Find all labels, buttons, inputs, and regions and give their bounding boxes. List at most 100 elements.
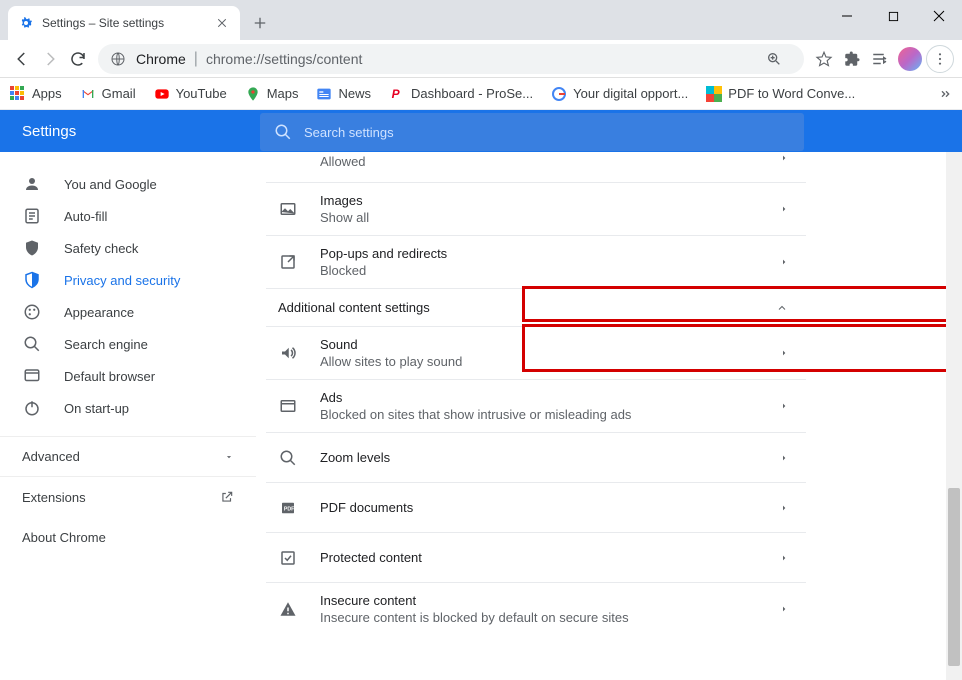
google-icon	[551, 86, 567, 102]
bookmark-youtube[interactable]: YouTube	[154, 86, 227, 102]
tab-title: Settings – Site settings	[42, 16, 214, 30]
sound-icon	[278, 343, 298, 363]
setting-row-protected[interactable]: Protected content	[266, 533, 806, 583]
menu-button[interactable]	[926, 45, 954, 73]
setting-row-prev[interactable]: Allowed	[266, 152, 806, 183]
reading-list-icon[interactable]	[866, 45, 894, 73]
protected-icon	[278, 548, 298, 568]
svg-text:P: P	[392, 87, 401, 101]
maximize-button[interactable]	[870, 0, 916, 32]
reload-button[interactable]	[64, 45, 92, 73]
chevron-right-icon	[780, 502, 788, 514]
window-titlebar: Settings – Site settings	[0, 0, 962, 40]
minimize-button[interactable]	[824, 0, 870, 32]
sidebar-item-safety[interactable]: Safety check	[0, 232, 256, 264]
chevron-right-icon	[780, 347, 788, 359]
setting-row-popups[interactable]: Pop-ups and redirectsBlocked	[266, 236, 806, 289]
browser-tab[interactable]: Settings – Site settings	[8, 6, 240, 40]
sidebar-extensions[interactable]: Extensions	[0, 477, 256, 517]
sidebar-item-appearance[interactable]: Appearance	[0, 296, 256, 328]
sidebar-item-startup[interactable]: On start-up	[0, 392, 256, 424]
extensions-icon[interactable]	[838, 45, 866, 73]
chevron-right-icon	[780, 256, 788, 268]
popup-icon	[278, 252, 298, 272]
svg-text:PDF: PDF	[284, 506, 295, 512]
new-tab-button[interactable]	[246, 9, 274, 37]
close-window-button[interactable]	[916, 0, 962, 32]
apps-shortcut[interactable]: Apps	[10, 86, 62, 102]
back-button[interactable]	[8, 45, 36, 73]
sidebar-advanced[interactable]: Advanced	[0, 436, 256, 476]
browser-icon	[22, 366, 42, 386]
sidebar-item-privacy[interactable]: Privacy and security	[0, 264, 256, 296]
bookmark-star-icon[interactable]	[810, 45, 838, 73]
news-icon	[316, 86, 332, 102]
setting-row-zoom[interactable]: Zoom levels	[266, 433, 806, 483]
image-icon	[278, 199, 298, 219]
forward-button[interactable]	[36, 45, 64, 73]
chevron-right-icon	[780, 400, 788, 412]
sidebar-item-default-browser[interactable]: Default browser	[0, 360, 256, 392]
bookmarks-bar: Apps Gmail YouTube Maps News PDashboard …	[0, 78, 962, 110]
setting-row-ads[interactable]: AdsBlocked on sites that show intrusive …	[266, 380, 806, 433]
shield-check-icon	[22, 238, 42, 258]
person-icon	[22, 174, 42, 194]
omnibox-label: Chrome	[136, 51, 186, 67]
section-additional-content[interactable]: Additional content settings	[266, 289, 806, 327]
setting-row-sound[interactable]: SoundAllow sites to play sound	[266, 327, 806, 380]
bookmarks-overflow[interactable]	[936, 86, 952, 102]
chevron-down-icon	[224, 452, 234, 462]
pinterest-icon: P	[389, 86, 405, 102]
youtube-icon	[154, 86, 170, 102]
chevron-right-icon	[780, 152, 788, 164]
search-icon	[22, 334, 42, 354]
chevron-right-icon	[780, 452, 788, 464]
bookmark-gmail[interactable]: Gmail	[80, 86, 136, 102]
address-bar[interactable]: Chrome | chrome://settings/content	[98, 44, 804, 74]
warning-icon	[278, 599, 298, 619]
maps-icon	[245, 86, 261, 102]
header-title: Settings	[0, 123, 260, 140]
sidebar-item-search-engine[interactable]: Search engine	[0, 328, 256, 360]
setting-row-insecure[interactable]: Insecure contentInsecure content is bloc…	[266, 583, 806, 635]
shield-icon	[22, 270, 42, 290]
pdf-doc-icon: PDF	[278, 498, 298, 518]
sidebar-item-you-and-google[interactable]: You and Google	[0, 168, 256, 200]
bookmark-pdf[interactable]: PDF to Word Conve...	[706, 86, 855, 102]
bookmark-digital[interactable]: Your digital opport...	[551, 86, 688, 102]
zoom-icon[interactable]	[766, 51, 782, 67]
search-settings-box[interactable]	[260, 113, 804, 151]
browser-toolbar: Chrome | chrome://settings/content	[0, 40, 962, 78]
window-controls	[824, 0, 962, 32]
setting-row-images[interactable]: ImagesShow all	[266, 183, 806, 236]
site-info-icon[interactable]	[110, 51, 126, 67]
bookmark-maps[interactable]: Maps	[245, 86, 299, 102]
settings-header: Settings	[0, 110, 962, 152]
profile-avatar[interactable]	[898, 47, 922, 71]
search-input[interactable]	[304, 125, 790, 140]
bookmark-dashboard[interactable]: PDashboard - ProSe...	[389, 86, 533, 102]
gear-icon	[18, 15, 34, 31]
close-tab-icon[interactable]	[214, 15, 230, 31]
search-icon	[274, 123, 292, 141]
chevron-right-icon	[780, 552, 788, 564]
chevron-up-icon	[776, 302, 788, 314]
bookmark-news[interactable]: News	[316, 86, 371, 102]
sidebar-about[interactable]: About Chrome	[0, 517, 256, 557]
settings-content: Allowed ImagesShow all Pop-ups and redir…	[256, 152, 962, 680]
settings-sidebar: You and Google Auto-fill Safety check Pr…	[0, 152, 256, 680]
pdf-icon	[706, 86, 722, 102]
external-link-icon	[220, 490, 234, 504]
chevron-right-icon	[780, 203, 788, 215]
scrollbar-track[interactable]	[946, 152, 962, 680]
setting-row-pdf[interactable]: PDF PDF documents	[266, 483, 806, 533]
autofill-icon	[22, 206, 42, 226]
zoom-icon	[278, 448, 298, 468]
gmail-icon	[80, 86, 96, 102]
palette-icon	[22, 302, 42, 322]
omnibox-url: chrome://settings/content	[206, 51, 362, 67]
sidebar-item-autofill[interactable]: Auto-fill	[0, 200, 256, 232]
scrollbar-thumb[interactable]	[948, 488, 960, 666]
chevron-right-icon	[780, 603, 788, 615]
apps-grid-icon	[10, 86, 26, 102]
